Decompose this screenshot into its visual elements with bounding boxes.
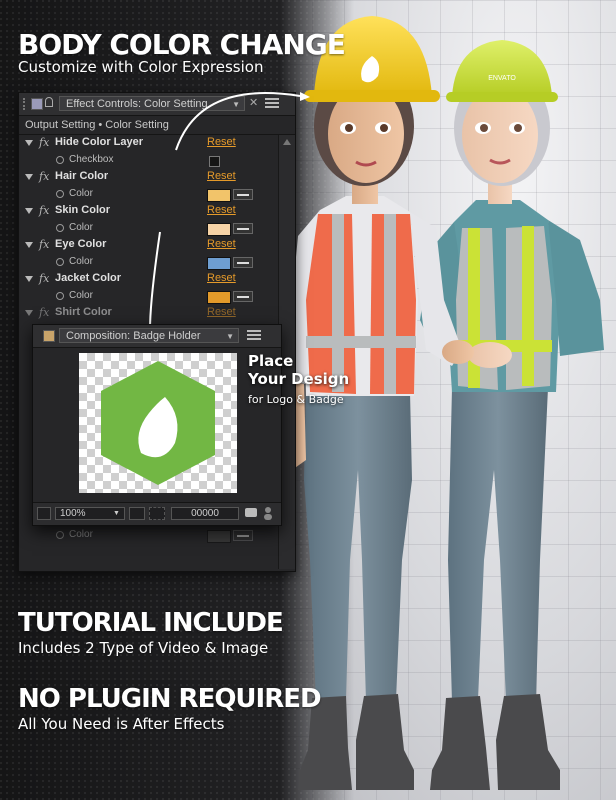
place-callout-line3: for Logo & Badge xyxy=(248,393,344,406)
timecode-field[interactable]: 00000 xyxy=(171,507,239,520)
chevron-down-icon[interactable]: ▼ xyxy=(226,329,234,344)
composition-viewer[interactable] xyxy=(79,353,237,493)
composition-footer: 100% ▼ 00000 xyxy=(33,502,281,525)
place-callout-line1: Place xyxy=(248,352,294,370)
timecode-value: 00000 xyxy=(191,508,219,519)
badge-logo xyxy=(101,361,215,485)
panel-menu-icon[interactable] xyxy=(247,330,261,340)
snapshot-camera-icon[interactable] xyxy=(245,508,257,517)
arrow-to-helmet xyxy=(175,92,301,151)
resolution-toggle-icon[interactable] xyxy=(37,507,51,520)
zoom-value: 100% xyxy=(60,508,86,519)
subtitle-after-effects: All You Need is After Effects xyxy=(18,715,225,733)
composition-tab[interactable]: Composition: Badge Holder ▼ xyxy=(59,328,239,343)
headline-tutorial-include: TUTORIAL INCLUDE xyxy=(18,608,284,638)
composition-panel: Composition: Badge Holder ▼ 100% ▼ 00000 xyxy=(32,324,282,526)
chevron-down-icon[interactable]: ▼ xyxy=(113,510,120,517)
composition-header: Composition: Badge Holder ▼ xyxy=(33,325,281,348)
subtitle-tutorial: Includes 2 Type of Video & Image xyxy=(18,639,269,657)
show-snapshot-icon[interactable] xyxy=(263,506,273,520)
grid-toggle-icon[interactable] xyxy=(129,507,145,520)
region-of-interest-icon[interactable] xyxy=(149,507,165,520)
composition-tab-label: Composition: Badge Holder xyxy=(66,330,201,342)
arrowhead-icon xyxy=(300,92,310,101)
composition-color-icon xyxy=(43,330,55,342)
arrow-to-badge xyxy=(149,231,161,331)
place-callout-line2: Your Design xyxy=(248,370,350,388)
headline-no-plugin: NO PLUGIN REQUIRED xyxy=(18,684,322,714)
